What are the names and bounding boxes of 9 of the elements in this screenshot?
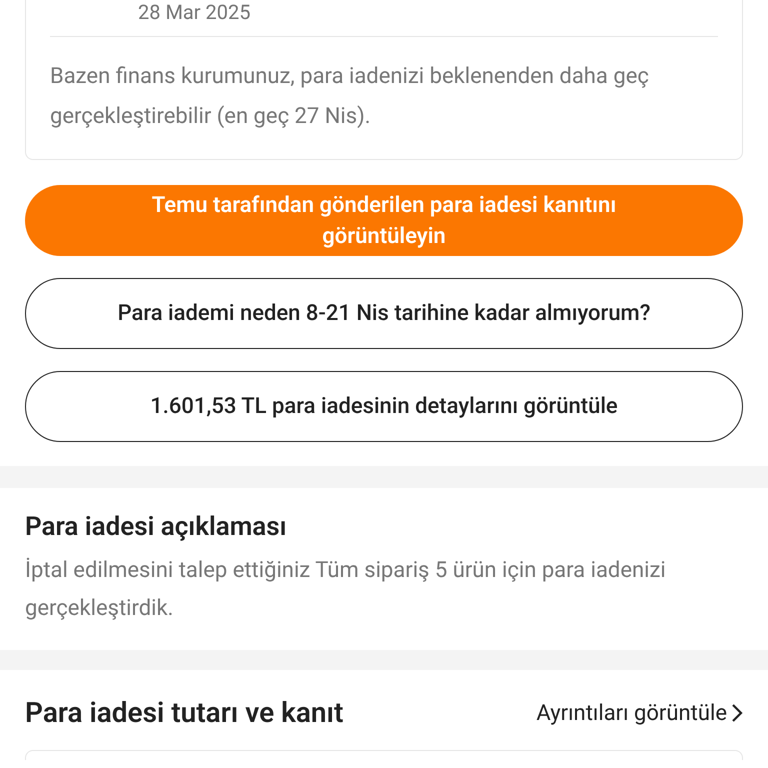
outline-button[interactable]: 1.601,53 TL para iadesinin detaylarını görüntüle xyxy=(25,371,743,442)
section-title: Para iadesi açıklaması xyxy=(25,511,288,544)
chevron-right-icon xyxy=(731,703,743,723)
refund-note: Bazen finans kurumunuz, para iadenizi beklenenden daha geç gerçekleştirebilir (en geç 27 Nis). xyxy=(50,63,650,131)
refund-date: 28 Mar 2025 xyxy=(137,0,252,24)
explanation-text: İptal edilmesini talep ettiğiniz Tüm sipariş 5 ürün için para iadenizi gerçekleştirdik. xyxy=(25,556,667,623)
view-details-link[interactable]: Ayrıntıları görüntüle xyxy=(536,696,743,730)
section-title: Para iadesi tutarı ve kanıt xyxy=(25,695,344,731)
outline-button[interactable]: Para iademi neden 8-21 Nis tarihine kadar almıyorum? xyxy=(25,278,743,349)
